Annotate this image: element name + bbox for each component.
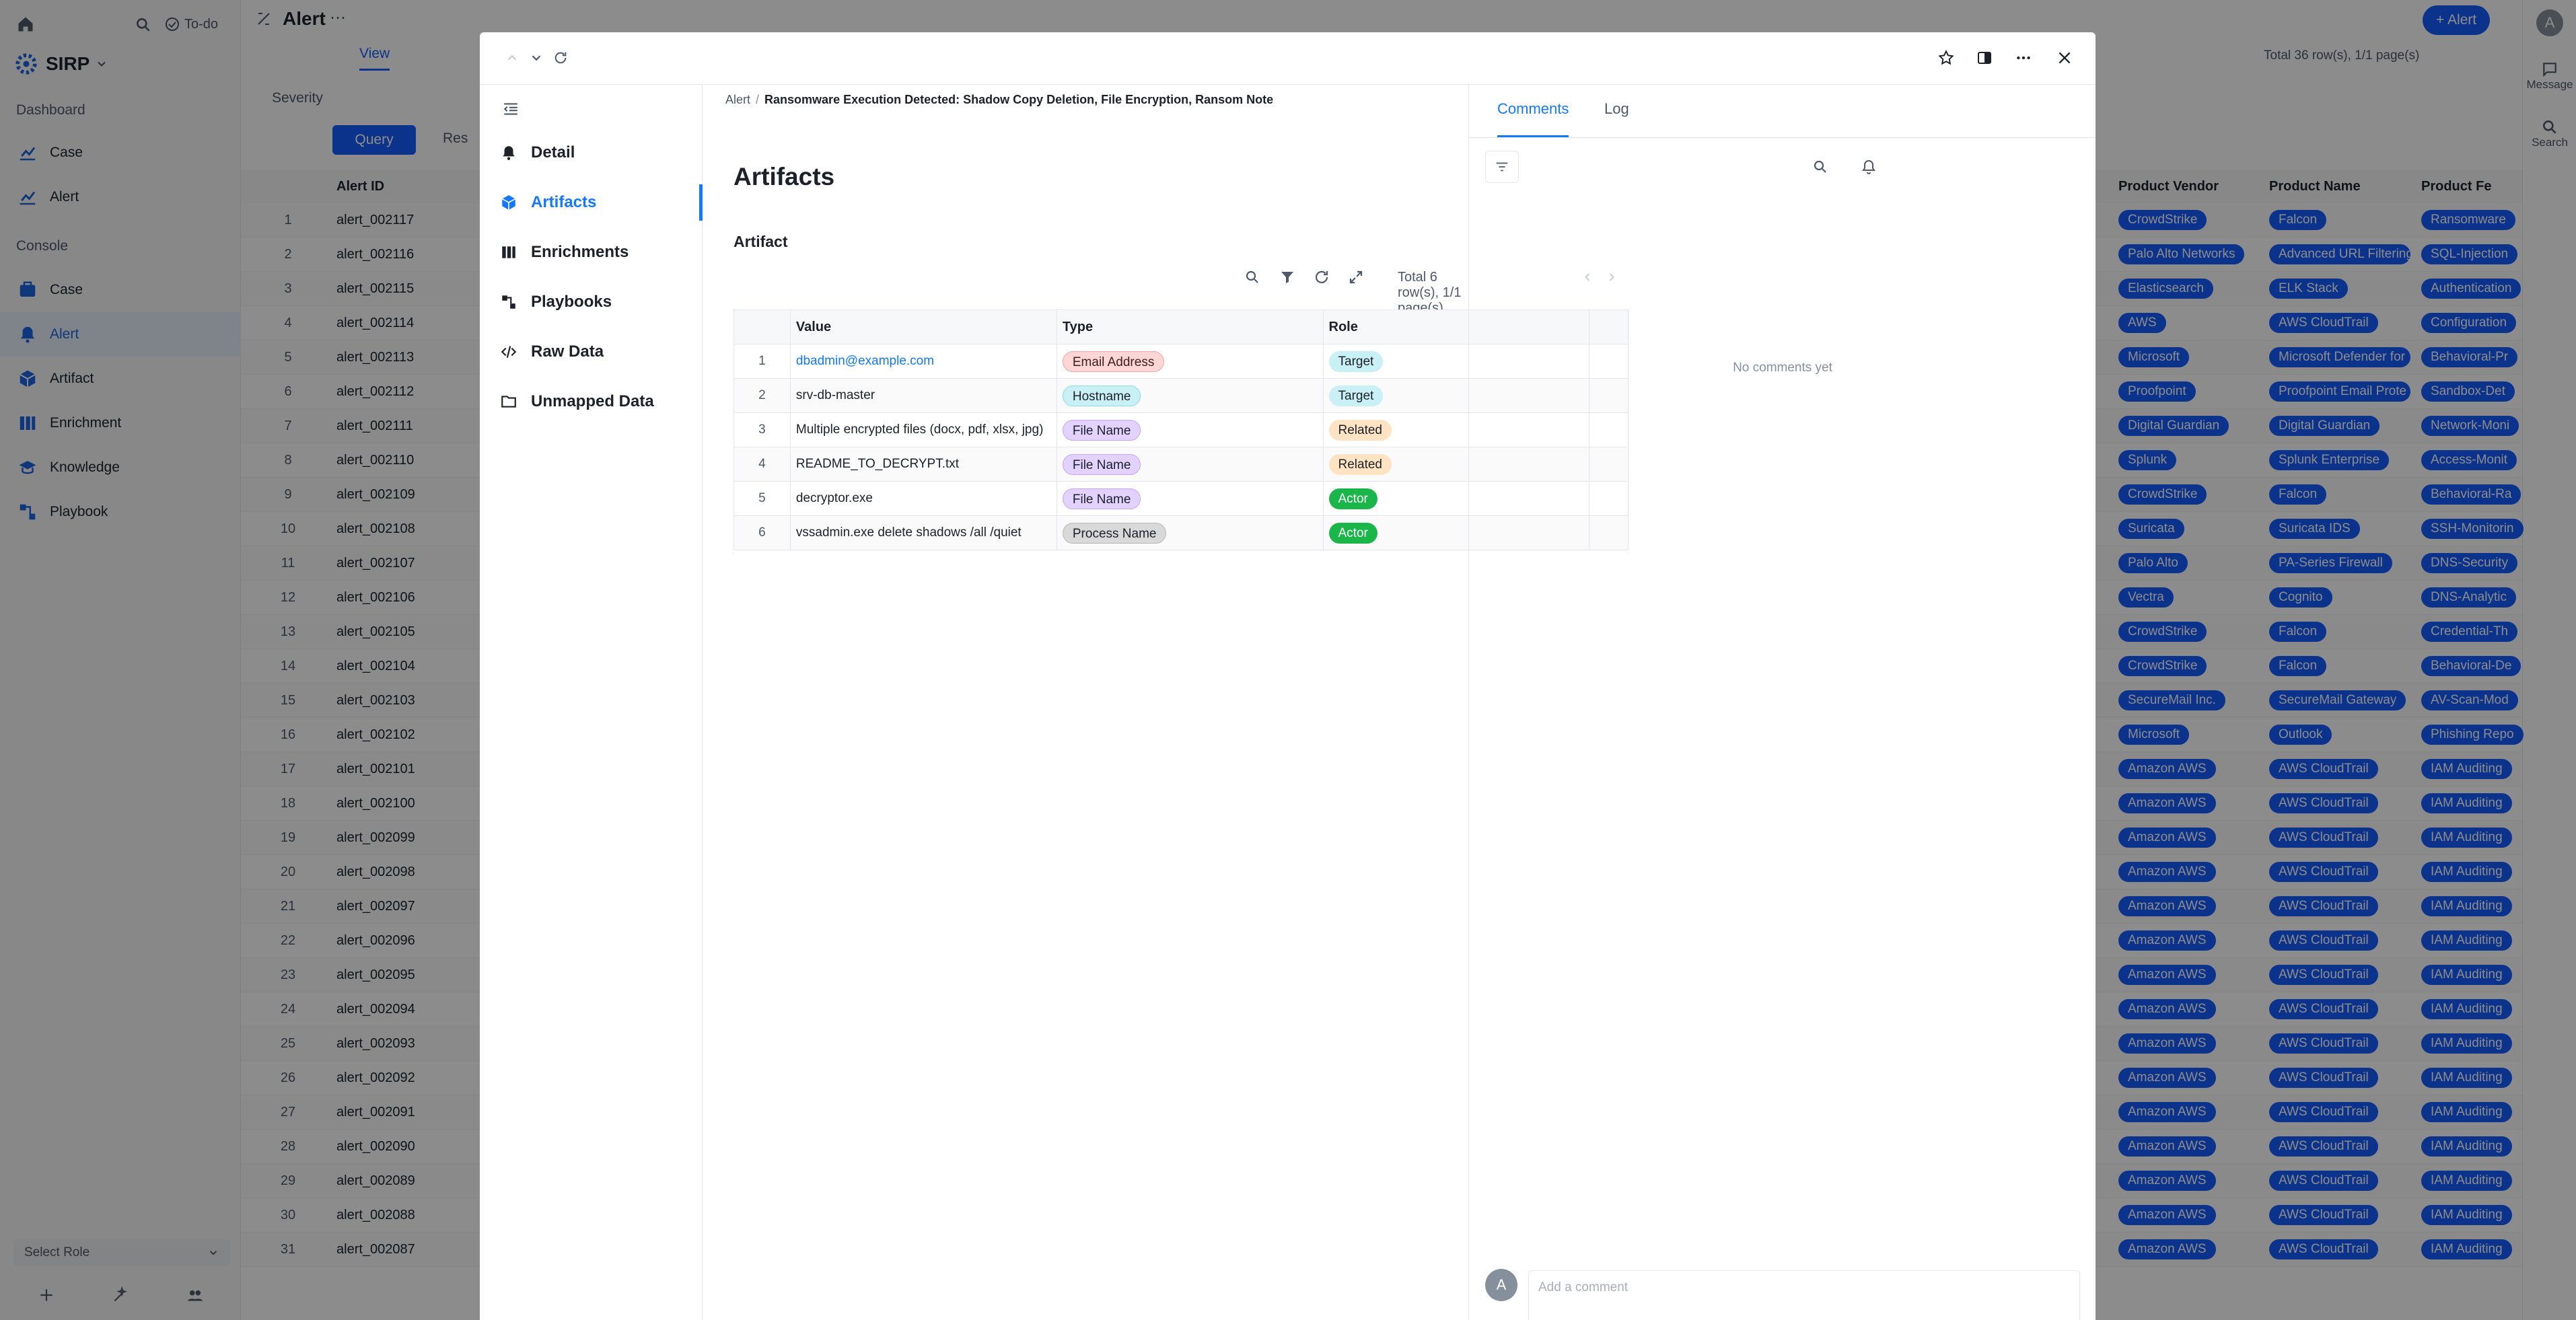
code-icon <box>501 346 517 358</box>
tabs-divider <box>1469 137 2096 138</box>
chevron-up-icon <box>507 54 517 61</box>
filter-lines-icon <box>1496 162 1508 172</box>
role-tag: Related <box>1328 453 1392 475</box>
type-tag: Hostname <box>1062 385 1141 406</box>
row-index: 6 <box>734 515 791 550</box>
tab-comments[interactable]: Comments <box>1497 85 1569 137</box>
breadcrumb: Alert / Ransomware Execution Detected: S… <box>725 93 1273 107</box>
table-refresh-button[interactable] <box>1308 264 1335 291</box>
nav-label: Enrichments <box>531 243 629 261</box>
modal-nav: Detail Artifacts Enrichments Playbooks R… <box>480 85 703 1320</box>
role-tag: Actor <box>1328 522 1378 544</box>
nav-label: Raw Data <box>531 342 604 361</box>
nav-label: Artifacts <box>531 193 597 211</box>
tab-log[interactable]: Log <box>1604 85 1629 137</box>
breadcrumb-current: Ransomware Execution Detected: Shadow Co… <box>764 93 1274 106</box>
role-tag: Target <box>1328 385 1384 406</box>
artifact-value[interactable]: dbadmin@example.com <box>789 344 1057 379</box>
row-index: 2 <box>734 378 791 413</box>
comment-input[interactable]: Add a comment <box>1528 1270 2080 1320</box>
artifacts-panel: Alert / Ransomware Execution Detected: S… <box>703 85 1629 1320</box>
comments-panel: Comments Log No comments yet A Add a com… <box>1468 85 2096 1320</box>
alert-detail-modal: Detail Artifacts Enrichments Playbooks R… <box>480 32 2096 1320</box>
role-tag: Target <box>1328 351 1384 372</box>
chevron-down-icon <box>532 55 541 61</box>
artifact-type-cell: Hostname <box>1056 378 1324 413</box>
table-search-button[interactable] <box>1239 264 1266 291</box>
split-view-icon <box>1978 52 1991 64</box>
row-index: 1 <box>734 344 791 379</box>
section-title: Artifact <box>734 233 788 250</box>
columns-icon <box>502 246 515 258</box>
close-button[interactable] <box>2051 44 2078 71</box>
artifact-value[interactable]: vssadmin.exe delete shadows /all /quiet <box>789 515 1057 550</box>
artifact-value[interactable]: srv-db-master <box>789 378 1057 413</box>
nav-label: Detail <box>531 143 575 161</box>
split-view-button[interactable] <box>1971 44 1998 71</box>
nav-artifacts[interactable]: Artifacts <box>480 178 703 227</box>
nav-detail[interactable]: Detail <box>480 128 703 178</box>
filter-icon <box>1281 272 1293 283</box>
comment-notify-button[interactable] <box>1855 153 1882 180</box>
refresh-icon <box>554 52 567 64</box>
artifact-value[interactable]: README_TO_DECRYPT.txt <box>789 447 1057 482</box>
comment-filter-button[interactable] <box>1485 151 1519 183</box>
nav-label: Unmapped Data <box>531 392 654 410</box>
nav-raw-data[interactable]: Raw Data <box>480 327 703 377</box>
artifact-type-cell: File Name <box>1056 447 1324 482</box>
artifact-type-cell: File Name <box>1056 481 1324 516</box>
cube-icon <box>501 195 516 210</box>
close-icon <box>2059 52 2071 64</box>
role-tag: Related <box>1328 419 1392 441</box>
artifact-type-cell: File Name <box>1056 412 1324 447</box>
row-index: 3 <box>734 412 791 447</box>
bell-icon <box>1862 159 1875 174</box>
row-index: 4 <box>734 447 791 482</box>
nav-label: Playbooks <box>531 293 612 311</box>
row-index: 5 <box>734 481 791 516</box>
more-options-button[interactable] <box>2010 44 2037 71</box>
prev-record-button[interactable] <box>499 44 526 71</box>
breadcrumb-separator: / <box>756 93 760 106</box>
comment-avatar: A <box>1485 1269 1517 1301</box>
col-type[interactable]: Type <box>1056 309 1324 344</box>
refresh-button[interactable] <box>547 44 574 71</box>
type-tag: File Name <box>1062 453 1141 475</box>
next-record-button[interactable] <box>523 44 550 71</box>
collapse-menu-button[interactable] <box>497 96 524 122</box>
search-icon <box>1814 160 1826 173</box>
refresh-icon <box>1315 270 1328 283</box>
artifact-type-cell: Email Address <box>1056 344 1324 379</box>
page-title: Artifacts <box>734 163 835 190</box>
bell-icon <box>503 146 515 160</box>
breadcrumb-root[interactable]: Alert <box>725 93 750 107</box>
favorite-button[interactable] <box>1933 44 1960 71</box>
type-tag: Email Address <box>1062 351 1165 372</box>
menu-fold-icon <box>503 103 517 115</box>
playbook-icon <box>502 295 515 309</box>
more-icon <box>2017 56 2030 60</box>
star-icon <box>1938 50 1954 65</box>
artifact-value[interactable]: Multiple encrypted files (docx, pdf, xls… <box>789 412 1057 447</box>
nav-enrichments[interactable]: Enrichments <box>480 227 703 277</box>
nav-unmapped-data[interactable]: Unmapped Data <box>480 377 703 427</box>
type-tag: Process Name <box>1062 522 1167 544</box>
col-index <box>734 309 791 344</box>
artifact-value[interactable]: decryptor.exe <box>789 481 1057 516</box>
comment-search-button[interactable] <box>1807 153 1834 180</box>
type-tag: File Name <box>1062 488 1141 509</box>
empty-comments-text: No comments yet <box>1733 361 1832 375</box>
col-value[interactable]: Value <box>789 309 1057 344</box>
table-filter-button[interactable] <box>1274 264 1301 291</box>
search-icon <box>1246 270 1258 283</box>
artifact-type-cell: Process Name <box>1056 515 1324 550</box>
nav-playbooks[interactable]: Playbooks <box>480 277 703 327</box>
expand-icon <box>1349 270 1363 284</box>
role-tag: Actor <box>1328 488 1378 509</box>
table-expand-button[interactable] <box>1343 264 1369 291</box>
type-tag: File Name <box>1062 419 1141 441</box>
folder-icon <box>501 396 516 408</box>
modal-header <box>480 32 2096 85</box>
